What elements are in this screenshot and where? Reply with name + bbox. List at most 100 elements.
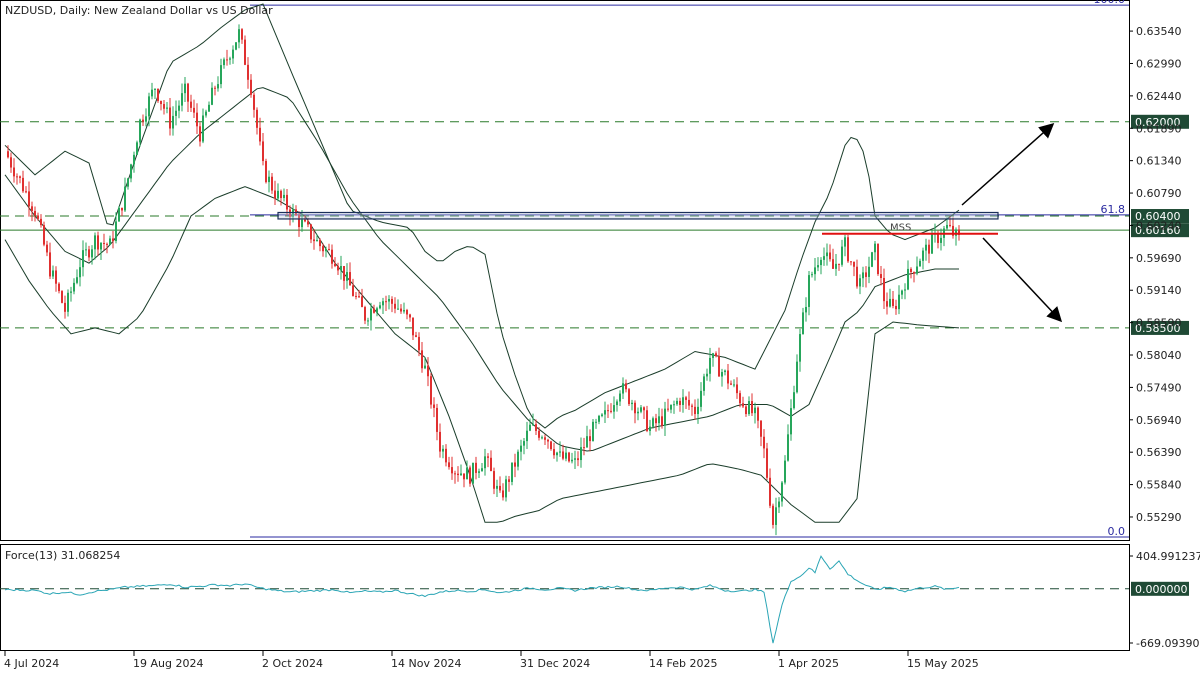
candle-body xyxy=(823,256,825,260)
candle-body xyxy=(796,361,798,393)
candle-body xyxy=(76,277,78,283)
candle-body xyxy=(574,458,576,460)
candle-body xyxy=(439,431,441,452)
candle-body xyxy=(499,485,501,491)
candle-body xyxy=(391,298,393,304)
candle-body xyxy=(733,384,735,386)
candle-body xyxy=(511,462,513,482)
candle-body xyxy=(190,101,192,108)
candle-body xyxy=(706,373,708,377)
candle-body xyxy=(784,460,786,483)
candle-body xyxy=(34,210,36,216)
candle-body xyxy=(211,87,213,105)
candle-body xyxy=(469,467,471,484)
candle-body xyxy=(532,424,534,426)
candle-body xyxy=(757,407,759,421)
candle-body xyxy=(634,402,636,414)
candle-body xyxy=(493,471,495,489)
candle-body xyxy=(601,414,603,416)
candle-body xyxy=(118,207,120,222)
candle-body xyxy=(649,426,651,431)
candle-body xyxy=(583,447,585,449)
candle-body xyxy=(157,88,159,101)
date-tick-label: 14 Nov 2024 xyxy=(391,657,461,670)
candle-body xyxy=(541,437,543,439)
candle-body xyxy=(214,87,216,89)
candle-body xyxy=(814,267,816,275)
candle-body xyxy=(853,261,855,267)
candle-body xyxy=(28,191,30,207)
candle-body xyxy=(244,39,246,65)
candle-body xyxy=(670,404,672,410)
candle-body xyxy=(514,462,516,467)
price-tick-label: 0.63540 xyxy=(1136,25,1182,38)
price-tick-label: 0.55840 xyxy=(1136,479,1182,492)
candle-body xyxy=(172,115,174,129)
candle-body xyxy=(592,421,594,442)
bollinger-lower-band xyxy=(4,186,960,523)
candle-body xyxy=(928,244,930,254)
mss-label: MSS xyxy=(890,223,911,234)
candle-body xyxy=(310,224,312,240)
candle-body xyxy=(562,451,564,459)
candle-body xyxy=(673,404,675,406)
candle-body xyxy=(652,418,654,427)
candle-body xyxy=(127,178,129,187)
bullish-scenario-arrow xyxy=(961,123,1055,206)
candle-body xyxy=(178,105,180,111)
candle-body xyxy=(760,420,762,437)
candle-body xyxy=(571,459,573,462)
candle-body xyxy=(379,305,381,309)
candle-body xyxy=(793,392,795,409)
candle-body xyxy=(337,266,339,271)
candle-body xyxy=(67,292,69,312)
price-tick-label: 0.62440 xyxy=(1136,90,1182,103)
chart-svg: 100.0 61.8 0.0 0.620000.604000.601600.5850… xyxy=(0,0,1200,670)
chart-title: NZDUSD, Daily: New Zealand Dollar vs US … xyxy=(5,4,273,17)
supply-zone-box xyxy=(277,211,999,220)
candle-body xyxy=(268,176,270,183)
candle-body xyxy=(619,393,621,402)
candle-body xyxy=(715,353,717,357)
force-index-layer: 404.991237 0.000000 -669.09390 xyxy=(0,550,1200,650)
candle-body xyxy=(739,393,741,404)
candle-body xyxy=(451,467,453,474)
candle-body xyxy=(259,127,261,142)
candle-body xyxy=(679,400,681,405)
candle-body xyxy=(13,167,15,177)
candle-body xyxy=(949,224,951,226)
candle-body xyxy=(175,110,177,116)
candle-body xyxy=(721,372,723,377)
candle-body xyxy=(355,295,357,297)
candle-body xyxy=(100,242,102,250)
candle-body xyxy=(472,462,474,484)
candle-body xyxy=(850,261,852,263)
candle-body xyxy=(691,405,693,407)
candle-body xyxy=(832,259,834,269)
price-tick-label: 0.58040 xyxy=(1136,349,1182,362)
date-tick-label: 2 Oct 2024 xyxy=(262,657,323,670)
candle-body xyxy=(640,407,642,412)
candle-body xyxy=(58,283,60,292)
candle-body xyxy=(781,482,783,502)
candle-body xyxy=(868,266,870,277)
fib-level-label: 61.8 xyxy=(1101,203,1126,216)
candle-body xyxy=(142,119,144,122)
candle-body xyxy=(529,424,531,431)
candle-body xyxy=(892,298,894,306)
price-tick-label: 0.56390 xyxy=(1136,446,1182,459)
candle-body xyxy=(421,350,423,369)
candle-body xyxy=(307,221,309,225)
candle-body xyxy=(553,449,555,456)
candle-body xyxy=(322,246,324,252)
candle-body xyxy=(64,302,66,312)
candle-body xyxy=(520,445,522,452)
date-tick-label: 31 Dec 2024 xyxy=(520,657,590,670)
candle-body xyxy=(406,310,408,315)
candle-body xyxy=(559,451,561,453)
candle-body xyxy=(313,239,315,242)
candle-body xyxy=(25,191,27,193)
candle-body xyxy=(646,410,648,431)
candle-body xyxy=(916,266,918,274)
bollinger-bands-layer xyxy=(4,3,960,523)
